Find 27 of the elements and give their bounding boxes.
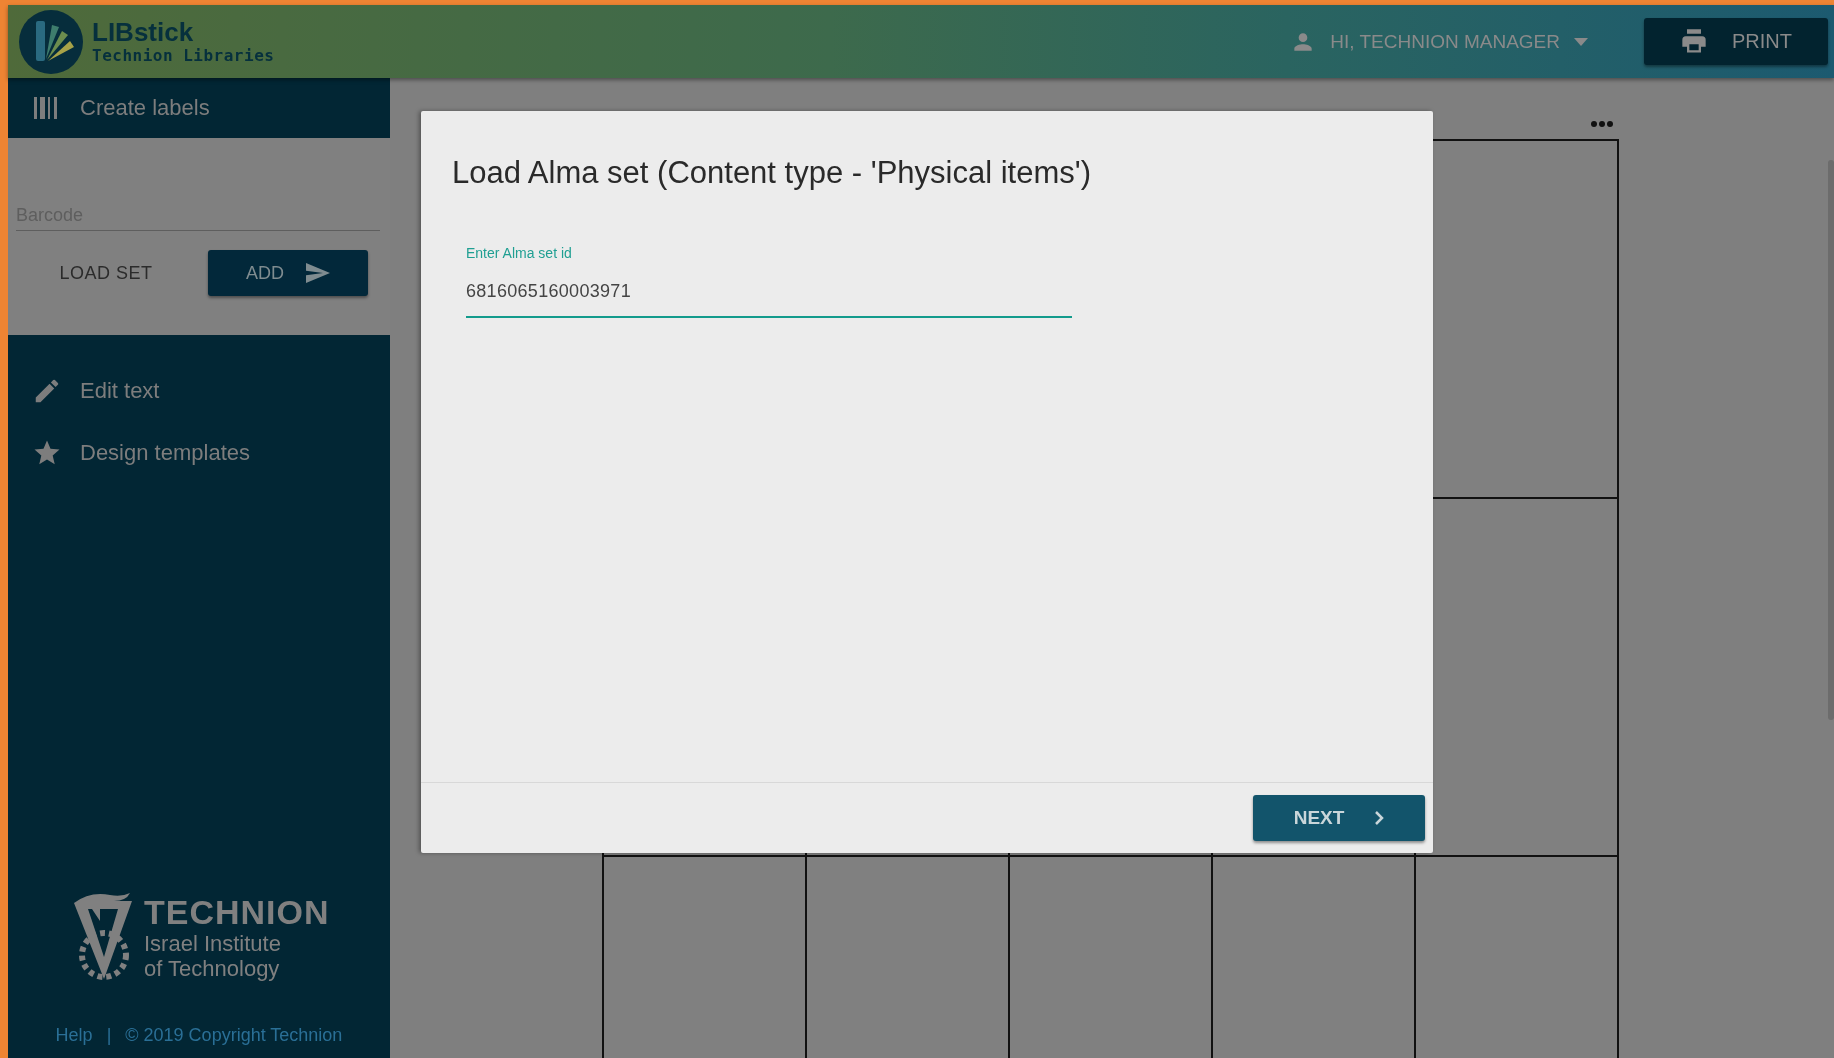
copyright-text: © 2019 Copyright Technion: [125, 1025, 343, 1046]
print-button[interactable]: PRINT: [1644, 18, 1828, 65]
nav-item[interactable]: Edit text: [8, 369, 390, 413]
load-set-button[interactable]: LOAD SET: [16, 250, 196, 296]
chevron-right-icon: [1374, 811, 1385, 825]
dialog-title: Load Alma set (Content type - 'Physical items'): [452, 155, 1092, 191]
nav-item[interactable]: Design templates: [8, 431, 390, 475]
set-id-label: Enter Alma set id: [466, 245, 572, 261]
technion-tagline: Israel Institute: [144, 931, 282, 956]
add-button[interactable]: ADD: [208, 250, 368, 296]
send-icon: [306, 263, 330, 283]
barcode-icon: [34, 97, 58, 119]
label-cell[interactable]: [1416, 499, 1619, 857]
app-subtitle: Technion Libraries: [92, 46, 275, 65]
app-name: LIBstick: [92, 18, 195, 46]
set-id-field[interactable]: 6816065160003971: [466, 281, 1072, 318]
technion-tagline: of Technology: [144, 956, 281, 981]
logo-icon: [18, 8, 84, 75]
more-icon[interactable]: [1590, 120, 1614, 128]
user-menu[interactable]: HI, TECHNION MANAGER: [1290, 28, 1588, 55]
help-link[interactable]: Help: [55, 1025, 93, 1046]
create-labels-label: Create labels: [80, 95, 210, 121]
printer-icon: [1680, 28, 1708, 55]
next-button[interactable]: NEXT: [1253, 795, 1425, 841]
caret-icon: [1574, 37, 1588, 46]
technion-name: TECHNION: [144, 893, 330, 931]
footer-separator: |: [106, 1025, 112, 1046]
